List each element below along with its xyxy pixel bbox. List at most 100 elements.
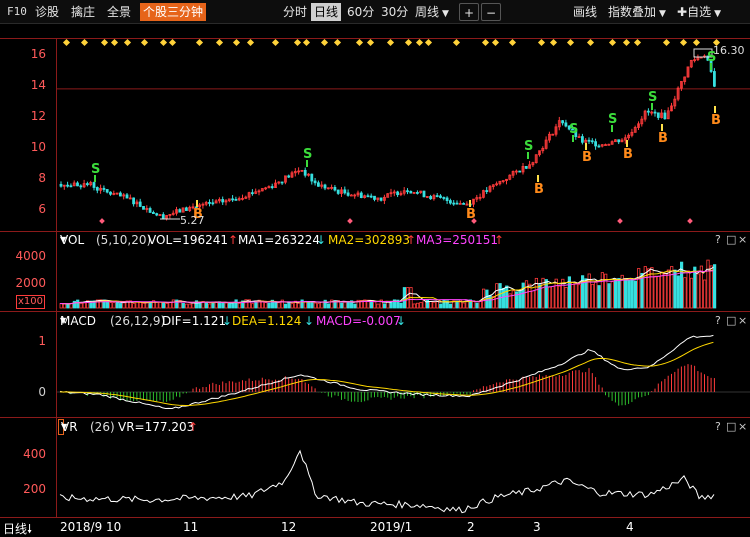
candle-body <box>138 201 142 207</box>
volume-bar <box>250 303 255 309</box>
signal-diamond <box>549 38 558 47</box>
volume-bar <box>346 301 350 309</box>
volume-bar <box>435 301 440 309</box>
period-60min[interactable]: 60分 <box>344 3 377 21</box>
volume-bar <box>660 271 664 309</box>
volume-bar <box>673 269 677 309</box>
sell-signal: S <box>303 147 312 162</box>
candlestick-chart[interactable]: SSSSSSSB BBB BBB <box>0 38 750 230</box>
arrow-up-icon: ↑ <box>494 233 505 247</box>
vr-params: (26) <box>90 420 115 434</box>
volume-chart[interactable] <box>0 249 750 310</box>
volume-bar <box>283 303 288 309</box>
volume-bar <box>237 302 241 309</box>
maximize-icon[interactable]: □ <box>726 418 736 436</box>
volume-bar <box>607 283 611 309</box>
sell-signal: S <box>524 139 533 154</box>
volume-bar <box>617 278 621 309</box>
close-icon[interactable]: × <box>738 312 747 330</box>
volume-bar <box>198 302 202 309</box>
signal-diamond <box>491 38 500 47</box>
signal-diamond <box>692 38 701 47</box>
zoom-in-button[interactable]: + <box>459 3 479 21</box>
vr-chart[interactable] <box>0 436 750 516</box>
volume-bar <box>584 278 588 309</box>
period-intraday[interactable]: 分时 <box>280 3 310 21</box>
panorama-button[interactable]: 全景 <box>104 3 134 21</box>
arrow-down-icon: ↓ <box>396 314 407 328</box>
diagnose-button[interactable]: 诊股 <box>32 3 62 21</box>
macd-chart[interactable] <box>0 330 750 416</box>
volume-bar <box>577 284 581 309</box>
candle-body <box>323 184 327 189</box>
candle-body <box>148 208 152 213</box>
buy-signal: B <box>534 182 544 197</box>
period-indicator-label: 日线 <box>3 522 28 536</box>
low-price-label: 5.27 <box>180 214 205 227</box>
volume-bar <box>709 265 713 309</box>
time-label: 2019/1 <box>370 520 413 534</box>
volume-bar <box>79 302 83 309</box>
vol-value: VOL=196241 <box>148 233 228 247</box>
arrow-up-icon: ↑ <box>188 420 199 434</box>
index-overlay-dropdown[interactable]: 指数叠加 ▼ <box>605 3 669 21</box>
volume-bar <box>574 283 578 309</box>
vol-panel-header: VOL ▼ (5,10,20) VOL=196241 ↑ MA1=263224 ↓… <box>0 231 750 249</box>
period-weekly[interactable]: 周线 ▼ <box>412 3 452 21</box>
candle-body <box>92 182 96 188</box>
candle-body <box>310 173 314 182</box>
arrow-up-icon: ↑ <box>406 233 417 247</box>
candle-body <box>581 136 584 143</box>
candle-body <box>119 192 122 197</box>
volume-bar <box>62 303 67 309</box>
candle-body <box>445 197 449 201</box>
add-watchlist-dropdown[interactable]: ✚自选 ▼ <box>674 3 724 21</box>
signal-diamond <box>386 38 395 47</box>
volume-bar <box>696 273 700 309</box>
maximize-icon[interactable]: □ <box>726 231 736 249</box>
volume-bar <box>448 303 453 309</box>
signal-diamond <box>333 38 342 47</box>
candle-body <box>66 184 69 187</box>
volume-bar <box>165 302 169 309</box>
chevron-down-icon: ▼ <box>60 235 67 244</box>
volume-bar <box>161 302 166 309</box>
maximize-icon[interactable]: □ <box>726 312 736 330</box>
help-icon[interactable]: ? <box>715 418 721 436</box>
help-icon[interactable]: ? <box>715 231 721 249</box>
volume-bar <box>478 301 482 309</box>
candle-body <box>105 189 109 193</box>
vol-params: (5,10,20) <box>96 233 152 247</box>
volume-bar <box>610 281 614 309</box>
index-overlay-label: 指数叠加 <box>608 5 657 19</box>
close-icon[interactable]: × <box>738 418 747 436</box>
buy-signal: B <box>711 113 721 128</box>
volume-bar <box>442 299 446 309</box>
vr-panel-header: VR ▼ (26) VR=177.203 ↑ ? □ × <box>0 418 750 436</box>
f10-button[interactable]: F10 <box>4 3 30 21</box>
period-indicator[interactable]: 日线🠗 <box>3 520 32 537</box>
vr-line <box>59 449 715 514</box>
volume-bar <box>122 302 126 309</box>
signal-diamond <box>215 38 224 47</box>
vr-indicator-selector[interactable]: VR ▼ <box>58 419 78 435</box>
volume-bar <box>290 303 294 309</box>
candle-body <box>442 197 446 199</box>
volume-bar <box>326 303 331 309</box>
volume-bar <box>475 302 479 309</box>
period-daily[interactable]: 日线 <box>311 3 342 21</box>
candle-body <box>336 189 340 194</box>
close-icon[interactable]: × <box>738 231 747 249</box>
capture-button[interactable]: 擒庄 <box>68 3 98 21</box>
buy-signal: B <box>623 147 633 162</box>
zoom-out-button[interactable]: − <box>481 3 501 21</box>
period-30min[interactable]: 30分 <box>378 3 411 21</box>
draw-line-button[interactable]: 画线 <box>570 3 600 21</box>
signal-diamond <box>424 38 433 47</box>
volume-bar <box>376 303 380 309</box>
candle-body <box>231 198 235 201</box>
signal-diamond <box>415 38 424 47</box>
volume-bar <box>142 302 146 309</box>
help-icon[interactable]: ? <box>715 312 721 330</box>
tab-stock-3min[interactable]: 个股三分钟 <box>140 3 207 21</box>
